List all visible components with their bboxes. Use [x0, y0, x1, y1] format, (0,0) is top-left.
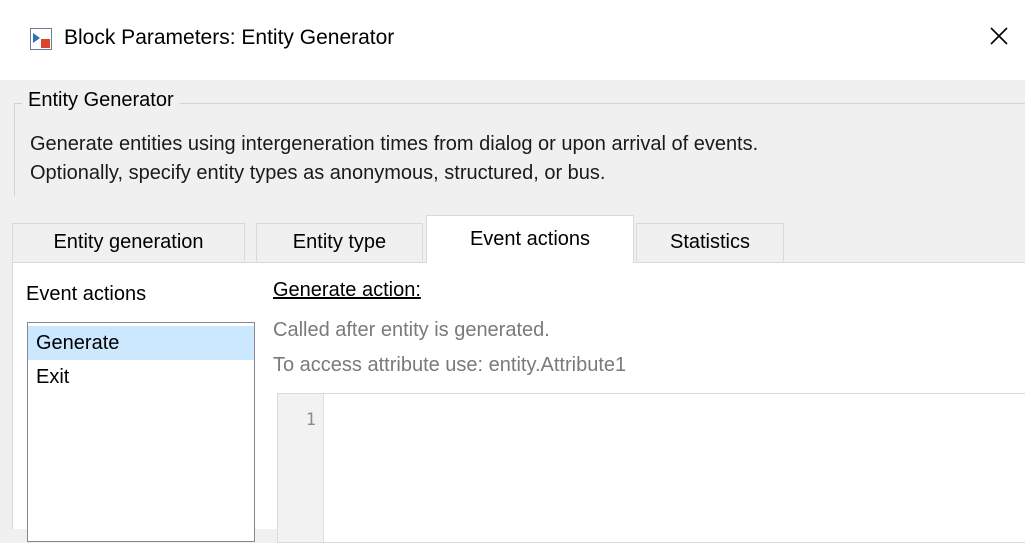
window-title: Block Parameters: Entity Generator: [64, 26, 395, 49]
block-description: Generate entities using intergeneration …: [30, 130, 758, 188]
list-item-generate[interactable]: Generate: [28, 326, 254, 360]
tab-event-actions[interactable]: Event actions: [426, 215, 634, 263]
line-number-gutter: 1: [278, 394, 324, 542]
tab-bar: Entity generation Entity type Event acti…: [12, 215, 1025, 263]
tab-entity-generation[interactable]: Entity generation: [12, 223, 245, 261]
code-input-area[interactable]: [324, 394, 1025, 542]
group-border-left: [14, 103, 15, 196]
code-editor[interactable]: 1: [277, 393, 1025, 543]
close-icon: [990, 27, 1008, 45]
tab-entity-type[interactable]: Entity type: [256, 223, 423, 261]
hint-line-2: To access attribute use: entity.Attribut…: [273, 354, 627, 376]
title-bar: Block Parameters: Entity Generator: [0, 0, 1025, 80]
block-name-label: Entity Generator: [22, 89, 180, 112]
list-item-exit[interactable]: Exit: [28, 360, 254, 394]
tab-statistics[interactable]: Statistics: [636, 223, 784, 261]
description-line-1: Generate entities using intergeneration …: [30, 133, 759, 155]
simulink-block-icon: [30, 28, 52, 50]
close-button[interactable]: [973, 10, 1025, 62]
event-actions-list[interactable]: Generate Exit: [27, 322, 255, 542]
event-actions-list-label: Event actions: [26, 283, 147, 305]
description-line-2: Optionally, specify entity types as anon…: [30, 162, 606, 184]
line-number: 1: [305, 410, 316, 430]
hint-line-1: Called after entity is generated.: [273, 319, 550, 341]
event-actions-panel: Event actions Generate Exit Generate act…: [12, 262, 1025, 543]
generate-action-header: Generate action:: [273, 279, 421, 301]
